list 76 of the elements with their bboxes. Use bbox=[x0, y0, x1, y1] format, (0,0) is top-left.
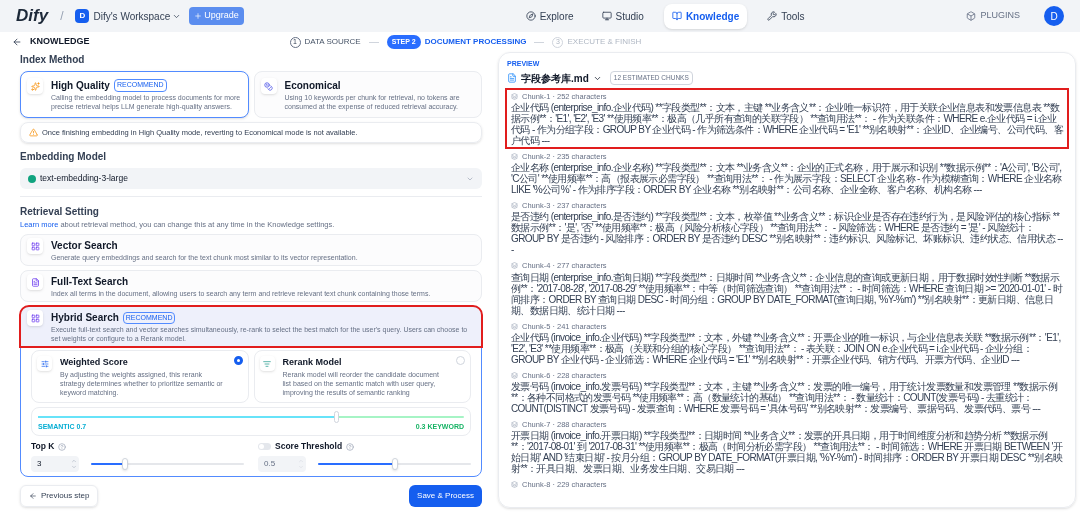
plus-icon bbox=[194, 12, 203, 20]
logo[interactable]: Dify bbox=[16, 3, 49, 29]
previous-step-button[interactable]: Previous step bbox=[20, 485, 99, 507]
file-selector[interactable]: 字段参考库.md bbox=[521, 70, 589, 86]
decrement-icon[interactable] bbox=[298, 464, 304, 470]
grid-icon bbox=[30, 241, 40, 251]
wrench-icon bbox=[767, 11, 778, 21]
increment-icon[interactable] bbox=[71, 458, 77, 464]
nav-tab[interactable]: Knowledge bbox=[663, 3, 748, 29]
chunk-icon bbox=[511, 92, 518, 100]
option-title: Weighted Score bbox=[60, 356, 129, 370]
nav-tab[interactable]: Studio bbox=[593, 3, 652, 29]
increment-icon[interactable] bbox=[298, 458, 304, 464]
plugins-link[interactable]: PLUGINS bbox=[980, 9, 1020, 23]
workspace-avatar: D bbox=[75, 9, 90, 23]
sparkle-icon bbox=[30, 81, 40, 91]
document-icon bbox=[30, 277, 40, 287]
radio-button[interactable] bbox=[233, 356, 243, 366]
chunk-text: 是否违约 (enterprise_info.是否违约) **字段类型**：文本，枚举值 **业务含义**：标识企业是否存在违约行为，是风险评估的核心指标 **数据示例**：'是', '否' **使用频率**：极高（风险分析核心字段） **查询用法**： - 风险筛选：WHERE 是否违约 = '是' - 风险统计：GROUP BY 是否违约 - 风险排序：ORDER BY 是否违约 DESC **别名映射**：违约标识、风险标记、坏账标识、违约状态、信用状态 --- bbox=[511, 211, 1063, 256]
cube-icon bbox=[966, 11, 977, 21]
option-title: Rerank Model bbox=[282, 356, 343, 370]
option-title: Full-Text Search bbox=[51, 275, 129, 290]
chunk-icon bbox=[511, 152, 518, 160]
help-icon bbox=[58, 442, 67, 451]
slider-handle[interactable] bbox=[121, 458, 128, 470]
section-title: Index Method bbox=[20, 53, 86, 67]
help-icon bbox=[346, 442, 355, 451]
section-title: Embedding Model bbox=[20, 150, 108, 165]
book-icon bbox=[671, 11, 682, 21]
chunk-text: 企业代码 (enterprise_info.企业代码) **字段类型**：文本，主键 **业务含义**：企业唯一标识符，用于关联企业信息表和发票信息表 **数据示例**：'E1', 'E2', 'E3' **使用频率**：极高（几乎所有查询的关联字段） **查询用法**： - 作为关联条件：WHERE e.企业代码 = i.企业代码 - 作为分组字段：GROUP BY 企业代码 - 作为筛选条件：WHERE 企业代码 = 'E1' **别名映射**：企业ID、企业编号、公司代码、客户代码 --- bbox=[511, 101, 1063, 146]
chunk-text: 企业名称 (enterprise_info.企业名称) **字段类型**：文本 **业务含义**：企业的正式名称，用于展示和识别 **数据示例**：'A公司', 'B公司', 'C公司' **使用频率**：高（报表展示必需字段） **查询用法**： - 作为展示字段：SELECT 企业名称 - 作为模糊查询：WHERE 企业名称 LIKE '%公司%' - 作为排序字段：ORDER BY 企业名称 **别名映射**：公司名称、企业全称、客户名称、机构名称 --- bbox=[511, 162, 1063, 195]
chunk-icon bbox=[511, 322, 518, 330]
nav-tab[interactable]: Explore bbox=[517, 3, 582, 29]
chunk-icon bbox=[511, 371, 518, 379]
grid-icon bbox=[30, 313, 40, 323]
number-input[interactable]: 3 bbox=[31, 456, 79, 472]
back-arrow-icon[interactable] bbox=[12, 37, 22, 47]
model-icon bbox=[28, 174, 36, 183]
markdown-file-icon bbox=[507, 73, 517, 83]
nav-tab[interactable]: Tools bbox=[759, 3, 813, 29]
user-avatar[interactable]: D bbox=[1044, 6, 1064, 26]
step-label: EXECUTE & FINISH bbox=[567, 36, 642, 48]
number-input[interactable]: 0.5 bbox=[258, 456, 306, 472]
slider-handle[interactable] bbox=[391, 458, 398, 470]
step-label: DATA SOURCE bbox=[304, 36, 361, 48]
sliders-icon bbox=[40, 359, 49, 368]
back-arrow-icon bbox=[29, 492, 37, 500]
option-title: High Quality bbox=[51, 79, 110, 93]
setting-label: Top K bbox=[31, 440, 55, 453]
chunk-icon bbox=[511, 481, 518, 489]
option-title: Economical bbox=[284, 79, 341, 93]
monitor-icon bbox=[601, 11, 612, 21]
list-icon bbox=[263, 359, 271, 368]
option-title: Hybrid Search bbox=[51, 311, 119, 326]
breadcrumb-separator: / bbox=[60, 8, 64, 25]
step-label: DOCUMENT PROCESSING bbox=[424, 36, 527, 48]
toggle-switch[interactable] bbox=[258, 443, 271, 451]
chunk-text: 开票日期 (invoice_info.开票日期) **字段类型**：日期时间 **业务含义**：发票的开具日期，用于时间维度分析和趋势分析 **数据示例**：'2017-08-01' 到 '2017-08-31' **使用频率**：极高（时间分析必需字段） **查询用法**： - 时间筛选：WHERE 开票日期 BETWEEN '开始日期' AND '结束日期' - 按月分组：GROUP BY DATE_FORMAT(开票日期, '%Y-%m') - 时间排序：ORDER BY 开票日期 DESC **别名映射**：开具日期、发票日期、业务发生日期、交易日期 --- bbox=[511, 430, 1063, 475]
option-title: Vector Search bbox=[51, 239, 118, 254]
chunk-icon bbox=[511, 202, 518, 210]
model-select[interactable]: text-embedding-3-large bbox=[20, 168, 482, 189]
section-title: Retrieval Setting bbox=[20, 205, 100, 219]
slider-handle[interactable] bbox=[334, 410, 340, 423]
warning-icon bbox=[29, 128, 38, 138]
setting-label: Score Threshold bbox=[275, 440, 343, 453]
decrement-icon[interactable] bbox=[71, 464, 77, 470]
chunk-text: 查询日期 (enterprise_info.查询日期) **字段类型**：日期时间 **业务含义**：企业信息的查询或更新日期，用于数据时效性判断 **数据示例**：'2017-08-28', '2017-08-29' **使用频率**：中等（时间筛选查询） **查询用法**： - 时间筛选：WHERE 查询日期 >= '2020-01-01' - 时间排序：ORDER BY 查询日期 DESC - 时间分组：GROUP BY DATE_FORMAT(查询日期, '%Y-%m') **别名映射**：更新日期、信息日期、数据日期、统计日期 --- bbox=[511, 271, 1063, 316]
chunk-icon bbox=[511, 262, 518, 270]
page-title: KNOWLEDGE bbox=[30, 35, 90, 49]
workspace-selector[interactable]: Dify's Workspace bbox=[93, 8, 182, 24]
save-process-button[interactable]: Save & Process bbox=[409, 485, 482, 507]
chunk-icon bbox=[511, 421, 518, 429]
retrieval-option-header[interactable] bbox=[21, 307, 481, 347]
chunk-text: 企业代码 (invoice_info.企业代码) **字段类型**：文本，外键 **业务含义**：开票企业的唯一标识，与企业信息表关联 **数据示例**：'E1', 'E2', 'E3' **使用频率**：极高（关联和分组的核心字段） **查询用法**： - 表关联：JOIN ON e.企业代码 = i.企业代码 - 企业分组：GROUP BY 企业代码 - 企业筛选：WHERE 企业代码 = 'E1' **别名映射**：开票企业代码、销方代码、开票方代码、企业ID --- bbox=[511, 331, 1062, 365]
chunk-text: 发票号码 (invoice_info.发票号码) **字段类型**：文本，主键 **业务含义**：发票的唯一编号，用于统计发票数量和发票管理 **数据示例**：各种不同格式的发票号码 **使用频率**：高（数量统计的基础） **查询用法**： - 数量统计：COUNT(发票号码) - 去重统计：COUNT(DISTINCT 发票号码) - 发票查询：WHERE 发票号码 = '具体号码' **别名映射**：发票编号、票据号码、发票代码、票号 --- bbox=[511, 381, 1059, 414]
compass-icon bbox=[525, 11, 536, 21]
